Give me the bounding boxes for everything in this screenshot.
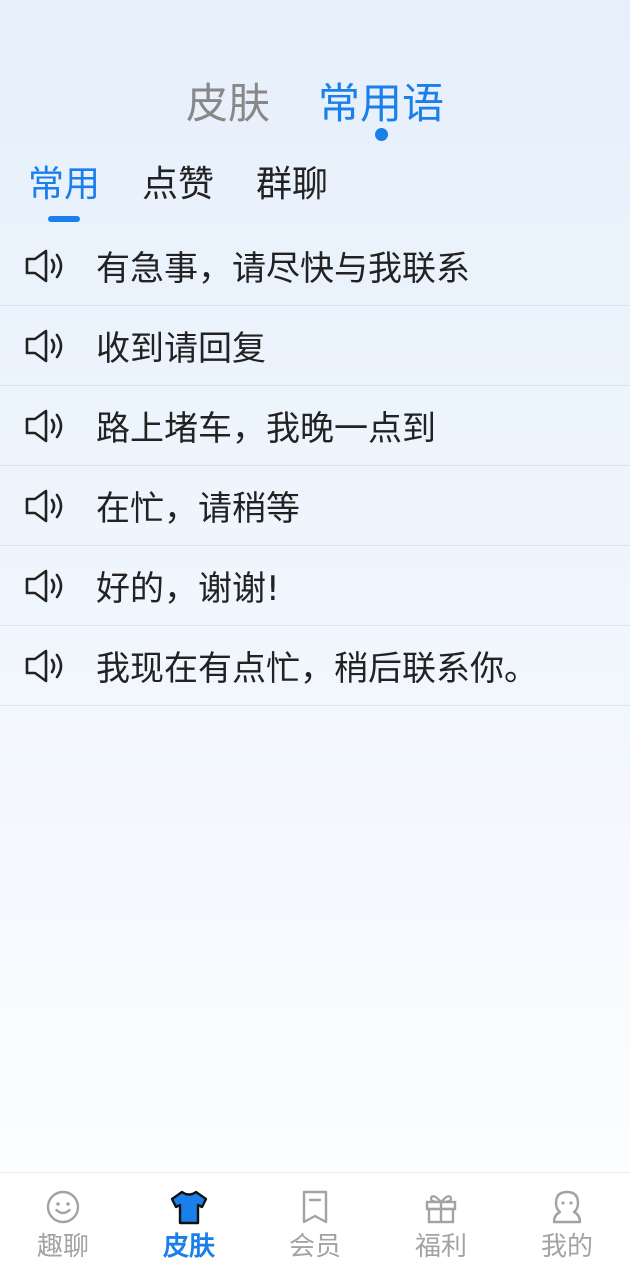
nav-item-vip[interactable]: 会员 xyxy=(252,1173,378,1281)
profile-icon xyxy=(552,1190,582,1224)
nav-item-mine[interactable]: 我的 xyxy=(504,1173,630,1281)
active-subtab-indicator xyxy=(48,216,80,222)
nav-label-chat: 趣聊 xyxy=(36,1232,89,1262)
list-item[interactable]: 收到请回复 xyxy=(0,306,630,386)
list-item[interactable]: 有急事，请尽快与我联系 xyxy=(0,226,630,306)
nav-label-mine: 我的 xyxy=(540,1232,593,1262)
subtab-group-chat-label: 群聊 xyxy=(256,164,329,205)
phrase-text: 我现在有点忙，稍后联系你。 xyxy=(96,649,538,689)
subtab-likes[interactable]: 点赞 xyxy=(142,162,214,228)
nav-label-vip: 会员 xyxy=(288,1232,341,1262)
sub-tabs: 常用 点赞 群聊 xyxy=(28,162,328,228)
bottom-nav: 趣聊 皮肤 会员 福利 我的 xyxy=(0,1172,630,1281)
speaker-icon[interactable] xyxy=(24,646,68,686)
speaker-icon[interactable] xyxy=(24,406,68,446)
tab-common-phrases[interactable]: 常用语 xyxy=(316,78,446,148)
bookmark-icon xyxy=(302,1190,328,1224)
list-item[interactable]: 在忙，请稍等 xyxy=(0,466,630,546)
tab-common-phrases-label: 常用语 xyxy=(318,79,445,128)
smiley-icon xyxy=(46,1190,80,1224)
gift-icon xyxy=(425,1195,457,1224)
subtab-group-chat[interactable]: 群聊 xyxy=(256,162,328,228)
subtab-common-label: 常用 xyxy=(28,164,101,205)
nav-item-skin[interactable]: 皮肤 xyxy=(126,1173,252,1281)
phrase-text: 有急事，请尽快与我联系 xyxy=(96,249,470,289)
list-item[interactable]: 好的，谢谢! xyxy=(0,546,630,626)
nav-label-benefits: 福利 xyxy=(414,1232,467,1262)
tshirt-icon xyxy=(170,1190,208,1225)
speaker-icon[interactable] xyxy=(24,326,68,366)
speaker-icon[interactable] xyxy=(24,566,68,606)
phrase-list: 有急事，请尽快与我联系 收到请回复 路上堵车，我晚一点到 在忙，请稍等 好的，谢… xyxy=(0,226,630,706)
subtab-likes-label: 点赞 xyxy=(142,164,215,205)
tab-skin-label: 皮肤 xyxy=(185,79,270,128)
nav-label-skin: 皮肤 xyxy=(162,1232,215,1262)
phrase-text: 路上堵车，我晚一点到 xyxy=(96,409,436,449)
tab-skin[interactable]: 皮肤 xyxy=(184,78,272,148)
speaker-icon[interactable] xyxy=(24,486,68,526)
top-tabs: 皮肤 常用语 xyxy=(0,78,630,148)
list-item[interactable]: 路上堵车，我晚一点到 xyxy=(0,386,630,466)
active-tab-indicator xyxy=(375,128,388,141)
nav-item-chat[interactable]: 趣聊 xyxy=(0,1173,126,1281)
nav-item-benefits[interactable]: 福利 xyxy=(378,1173,504,1281)
phrase-text: 在忙，请稍等 xyxy=(96,489,300,529)
phrase-text: 好的，谢谢! xyxy=(96,569,280,609)
speaker-icon[interactable] xyxy=(24,246,68,286)
subtab-common[interactable]: 常用 xyxy=(28,162,100,228)
list-item[interactable]: 我现在有点忙，稍后联系你。 xyxy=(0,626,630,706)
phrase-text: 收到请回复 xyxy=(96,329,266,369)
